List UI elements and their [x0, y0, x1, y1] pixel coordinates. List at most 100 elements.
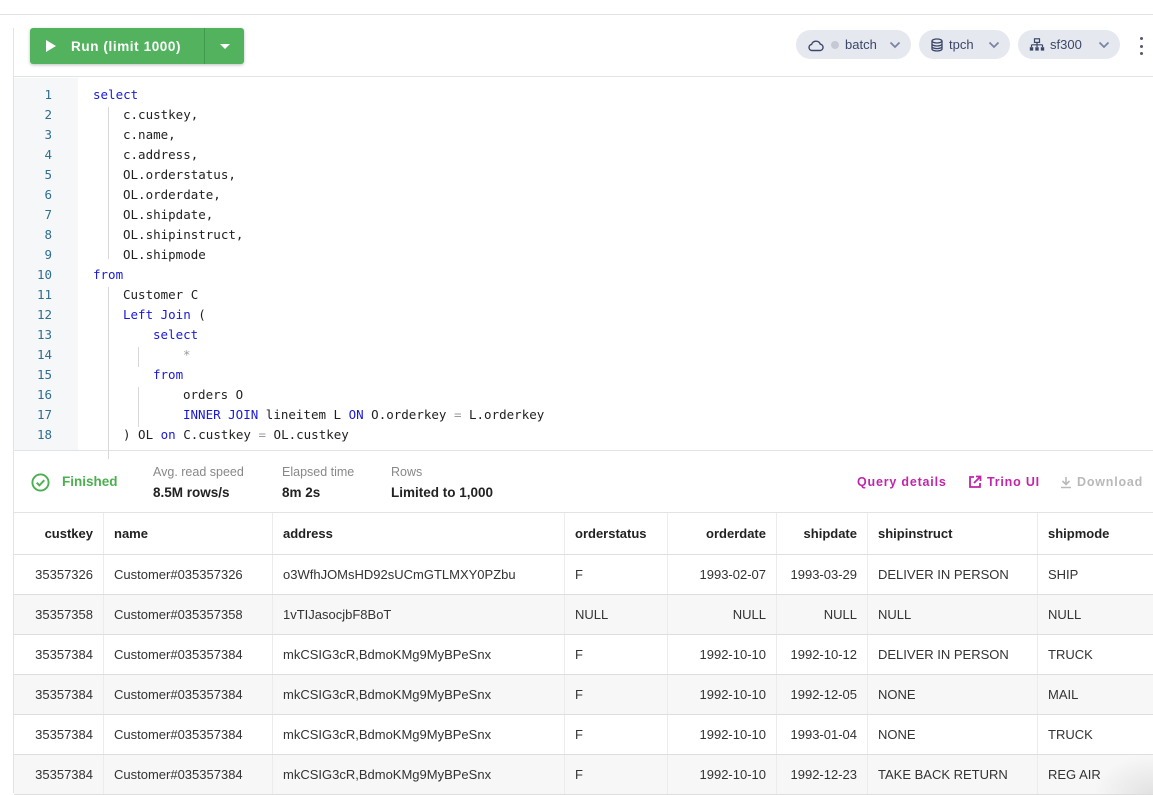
code-text: C.custkey — [175, 427, 259, 442]
code-line-16: orders O — [183, 387, 244, 402]
cell-address[interactable]: 1vTIJasocjbF8BoT — [273, 595, 565, 634]
chevron-down-icon — [889, 41, 901, 48]
cell-custkey[interactable]: 35357326 — [14, 555, 104, 594]
column-header-shipmode[interactable]: shipmode — [1038, 513, 1153, 554]
cell-shipmode[interactable]: TRUCK — [1038, 715, 1153, 754]
cell-name[interactable]: Customer#035357384 — [104, 755, 273, 794]
cell-name[interactable]: Customer#035357326 — [104, 555, 273, 594]
cell-orderstatus[interactable]: F — [565, 755, 668, 794]
read-speed-label: Avg. read speed — [153, 465, 244, 479]
table-row[interactable]: 35357384 Customer#035357384 mkCSIG3cR,Bdmo… — [14, 755, 1153, 795]
cell-shipmode[interactable]: SHIP — [1038, 555, 1153, 594]
status-label: Finished — [62, 474, 118, 489]
line-number: 18 — [36, 427, 52, 442]
cell-shipdate[interactable]: 1992-12-23 — [777, 755, 868, 794]
cell-orderdate[interactable]: 1992-10-10 — [668, 755, 777, 794]
cell-shipinstruct[interactable]: DELIVER IN PERSON — [868, 635, 1038, 674]
cell-shipmode[interactable]: REG AIR — [1038, 755, 1153, 794]
table-row[interactable]: 35357326 Customer#035357326 o3WfhJOMsHD92s… — [14, 555, 1153, 595]
download-button[interactable]: Download — [1060, 475, 1143, 489]
cell-name[interactable]: Customer#035357384 — [104, 715, 273, 754]
cell-custkey[interactable]: 35357384 — [14, 675, 104, 714]
cell-orderstatus[interactable]: NULL — [565, 595, 668, 634]
column-header-custkey[interactable]: custkey — [14, 513, 104, 554]
cell-address[interactable]: mkCSIG3cR,BdmoKMg9MyBPeSnx — [273, 675, 565, 714]
column-header-shipinstruct[interactable]: shipinstruct — [868, 513, 1038, 554]
cell-address[interactable]: mkCSIG3cR,BdmoKMg9MyBPeSnx — [273, 755, 565, 794]
cell-shipinstruct[interactable]: NONE — [868, 675, 1038, 714]
column-header-orderstatus[interactable]: orderstatus — [565, 513, 668, 554]
keyword: on — [160, 427, 176, 442]
cell-shipmode[interactable]: NULL — [1038, 595, 1153, 634]
run-options-dropdown[interactable] — [204, 28, 244, 64]
keyword: from — [153, 367, 184, 382]
cell-name[interactable]: Customer#035357384 — [104, 675, 273, 714]
trino-ui-link[interactable]: Trino UI — [968, 475, 1040, 489]
cluster-selector[interactable]: batch — [796, 30, 911, 59]
schema-selector[interactable]: sf300 — [1018, 30, 1120, 59]
rows-label: Rows — [391, 465, 423, 479]
cell-shipdate[interactable]: 1993-01-04 — [777, 715, 868, 754]
cell-custkey[interactable]: 35357384 — [14, 755, 104, 794]
cell-name[interactable]: Customer#035357358 — [104, 595, 273, 634]
run-button[interactable]: Run (limit 1000) — [30, 28, 204, 64]
query-details-label: Query details — [857, 475, 947, 489]
cell-shipinstruct[interactable]: NULL — [868, 595, 1038, 634]
table-row[interactable]: 35357358 Customer#035357358 1vTIJasocjbF8B… — [14, 595, 1153, 635]
elapsed-time-value: 8m 2s — [282, 485, 321, 500]
cell-orderstatus[interactable]: F — [565, 675, 668, 714]
code-line-15: from — [153, 367, 183, 382]
indent-guide — [108, 107, 109, 259]
cell-shipmode[interactable]: TRUCK — [1038, 635, 1153, 674]
cell-orderdate[interactable]: 1992-10-10 — [668, 675, 777, 714]
cell-orderdate[interactable]: NULL — [668, 595, 777, 634]
database-icon — [931, 37, 943, 52]
code-line-12: Left Join ( — [123, 307, 206, 322]
cell-shipinstruct[interactable]: NONE — [868, 715, 1038, 754]
more-options-icon[interactable] — [1137, 37, 1145, 55]
cell-orderdate[interactable]: 1992-10-10 — [668, 715, 777, 754]
cell-shipdate[interactable]: 1992-12-05 — [777, 675, 868, 714]
code-line-4: c.address, — [123, 147, 199, 162]
cell-custkey[interactable]: 35357384 — [14, 715, 104, 754]
cell-address[interactable]: o3WfhJOMsHD92sUCmGTLMXY0PZbu — [273, 555, 565, 594]
cell-orderstatus[interactable]: F — [565, 555, 668, 594]
table-row[interactable]: 35357384 Customer#035357384 mkCSIG3cR,Bdmo… — [14, 635, 1153, 675]
cell-shipinstruct[interactable]: DELIVER IN PERSON — [868, 555, 1038, 594]
line-number: 13 — [36, 327, 52, 342]
catalog-selector[interactable]: tpch — [919, 30, 1010, 59]
line-number: 11 — [36, 287, 52, 302]
operator: * — [183, 347, 191, 362]
column-header-address[interactable]: address — [273, 513, 565, 554]
cell-orderstatus[interactable]: F — [565, 635, 668, 674]
column-header-name[interactable]: name — [104, 513, 273, 554]
cell-orderdate[interactable]: 1993-02-07 — [668, 555, 777, 594]
cell-address[interactable]: mkCSIG3cR,BdmoKMg9MyBPeSnx — [273, 635, 565, 674]
sql-editor[interactable]: 1 2 3 4 5 6 7 8 9 10 11 12 13 14 15 16 17 18 select c.cus… — [14, 78, 1153, 459]
table-row[interactable]: 35357384 Customer#035357384 mkCSIG3cR,Bdmo… — [14, 675, 1153, 715]
cell-name[interactable]: Customer#035357384 — [104, 635, 273, 674]
column-header-orderdate[interactable]: orderdate — [668, 513, 777, 554]
line-number: 15 — [36, 367, 52, 382]
cell-shipdate[interactable]: NULL — [777, 595, 868, 634]
table-row[interactable]: 35357384 Customer#035357384 mkCSIG3cR,Bdmo… — [14, 715, 1153, 755]
code-line-3: c.name, — [123, 127, 176, 142]
cell-shipdate[interactable]: 1992-10-12 — [777, 635, 868, 674]
catalog-label: tpch — [949, 37, 974, 52]
column-header-shipdate[interactable]: shipdate — [777, 513, 868, 554]
cell-address[interactable]: mkCSIG3cR,BdmoKMg9MyBPeSnx — [273, 715, 565, 754]
cell-shipmode[interactable]: MAIL — [1038, 675, 1153, 714]
cell-shipinstruct[interactable]: TAKE BACK RETURN — [868, 755, 1038, 794]
line-number: 1 — [44, 87, 52, 102]
line-number: 2 — [44, 107, 52, 122]
cell-custkey[interactable]: 35357384 — [14, 635, 104, 674]
line-number: 16 — [36, 387, 52, 402]
editor-toolbar: Run (limit 1000) batch tpch sf300 — [14, 28, 1153, 77]
query-details-link[interactable]: Query details — [857, 475, 947, 489]
cell-orderstatus[interactable]: F — [565, 715, 668, 754]
schema-label: sf300 — [1050, 37, 1082, 52]
cell-orderdate[interactable]: 1992-10-10 — [668, 635, 777, 674]
cell-shipdate[interactable]: 1993-03-29 — [777, 555, 868, 594]
cell-custkey[interactable]: 35357358 — [14, 595, 104, 634]
code-line-10: from — [93, 267, 123, 282]
